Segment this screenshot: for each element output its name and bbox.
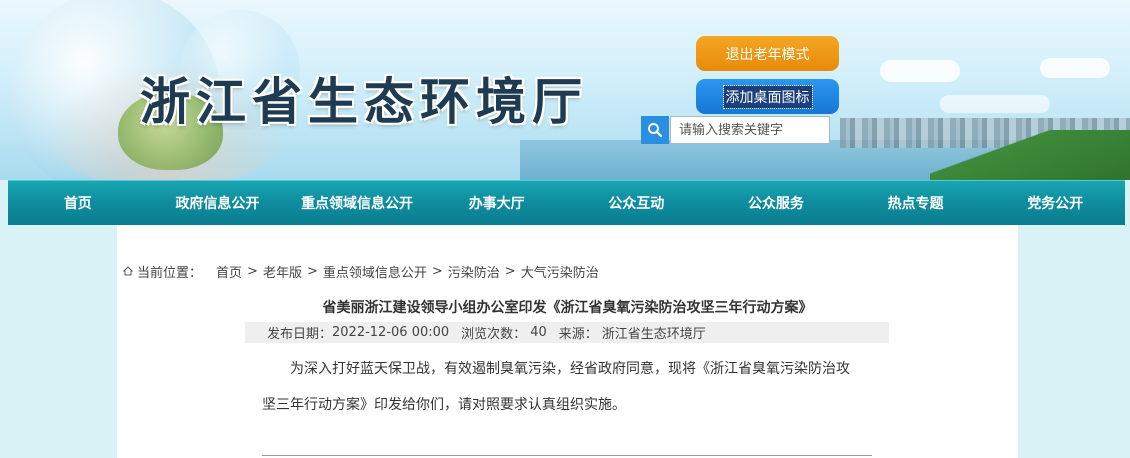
- article-paragraph: 为深入打好蓝天保卫战，有效遏制臭氧污染，经省政府同意，现将《浙江省臭氧污染防治攻: [290, 361, 850, 377]
- main-nav: 首页 政府信息公开 重点领域信息公开 办事大厅 公众互动 公众服务 热点专题 党…: [8, 180, 1125, 225]
- source-label: 来源：: [558, 327, 598, 342]
- nav-item-key-areas[interactable]: 重点领域信息公开: [287, 181, 427, 225]
- breadcrumb-separator: >: [306, 263, 318, 279]
- article-meta: 发布日期： 2022-12-06 00:00 浏览次数： 40 来源： 浙江省生…: [245, 322, 889, 343]
- home-icon: [123, 266, 133, 276]
- banner-cloud: [1040, 58, 1110, 78]
- views-count: 40: [530, 325, 547, 340]
- article-paragraph: 坚三年行动方案》印发给你们，请对照要求认真组织实施。: [262, 397, 626, 413]
- search-icon: [648, 123, 663, 138]
- exit-elder-mode-button[interactable]: 退出老年模式: [696, 36, 839, 71]
- nav-item-public-service[interactable]: 公众服务: [706, 181, 846, 225]
- nav-item-gov-info[interactable]: 政府信息公开: [148, 181, 288, 225]
- main-content: 当前位置： 首页 > 老年版 > 重点领域信息公开 > 污染防治 > 大气污染防…: [117, 225, 1018, 458]
- breadcrumb-item-key-areas[interactable]: 重点领域信息公开: [323, 262, 427, 281]
- article-title: 省美丽浙江建设领导小组办公室印发《浙江省臭氧污染防治攻坚三年行动方案》: [322, 300, 813, 316]
- publish-date: 2022-12-06 00:00: [332, 325, 450, 340]
- breadcrumb-label: 当前位置：: [137, 265, 203, 281]
- search-input[interactable]: [670, 116, 830, 144]
- banner-cloud: [880, 60, 960, 82]
- breadcrumb-item-pollution[interactable]: 污染防治: [448, 262, 500, 281]
- content-divider: [262, 455, 872, 456]
- views-label: 浏览次数：: [461, 327, 527, 342]
- breadcrumb-separator: >: [431, 263, 443, 279]
- breadcrumb-separator: >: [247, 263, 258, 279]
- nav-item-public-interaction[interactable]: 公众互动: [567, 181, 707, 225]
- site-title: 浙江省生态环境厅: [140, 72, 588, 131]
- nav-item-hot-topics[interactable]: 热点专题: [846, 181, 986, 225]
- header-banner: 浙江省生态环境厅 退出老年模式 添加桌面图标: [0, 0, 1130, 180]
- banner-cloud: [940, 95, 1050, 113]
- source-value: 浙江省生态环境厅: [601, 327, 706, 342]
- breadcrumb-separator: >: [504, 263, 516, 279]
- add-desktop-icon-label: 添加桌面图标: [722, 84, 813, 109]
- search-button[interactable]: [641, 116, 669, 144]
- publish-date-label: 发布日期：: [267, 327, 333, 342]
- breadcrumb: 当前位置： 首页 > 老年版 > 重点领域信息公开 > 污染防治 > 大气污染防…: [123, 261, 599, 281]
- add-desktop-icon-button[interactable]: 添加桌面图标: [696, 79, 839, 114]
- nav-item-home[interactable]: 首页: [8, 181, 148, 225]
- nav-item-party-affairs[interactable]: 党务公开: [985, 181, 1125, 225]
- nav-item-service-hall[interactable]: 办事大厅: [427, 181, 567, 225]
- breadcrumb-item-home[interactable]: 首页: [216, 262, 242, 281]
- breadcrumb-item-air-pollution[interactable]: 大气污染防治: [521, 262, 599, 281]
- banner-hills: [930, 130, 1130, 180]
- exit-elder-mode-label: 退出老年模式: [725, 46, 810, 63]
- breadcrumb-item-elder[interactable]: 老年版: [263, 262, 302, 281]
